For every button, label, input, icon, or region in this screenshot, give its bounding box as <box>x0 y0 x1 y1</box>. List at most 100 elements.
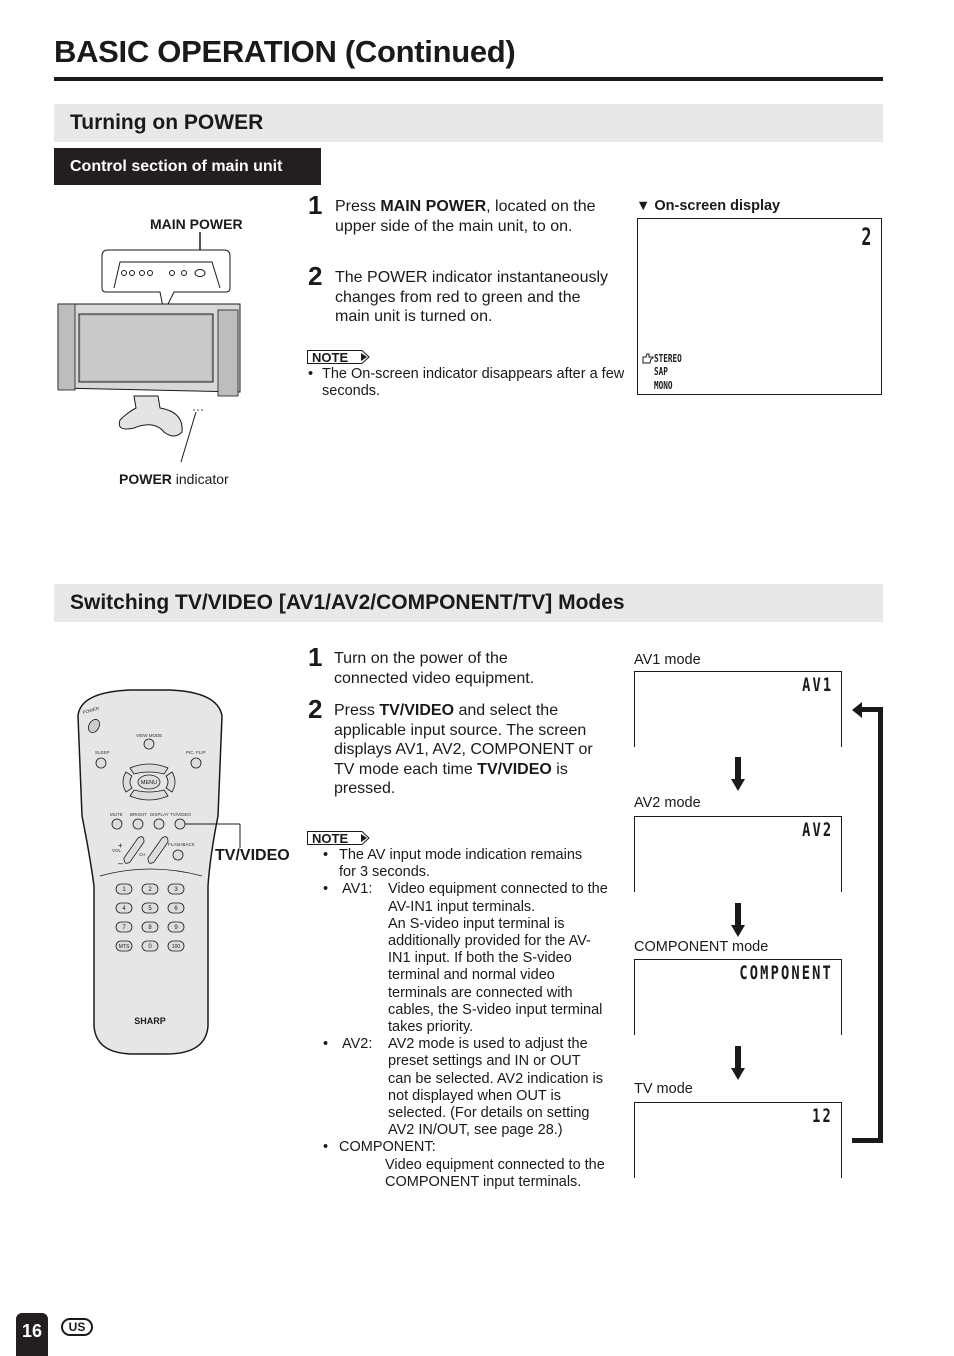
mode-label: AV2 mode <box>634 795 701 811</box>
section-heading-text: Turning on POWER <box>70 111 264 134</box>
bullet: • <box>323 847 329 863</box>
remote-mute-button <box>111 818 123 830</box>
mode-screen-tv: 12 <box>634 1102 842 1178</box>
note-item: • COMPONENT: Video equipment connected to … <box>323 1139 633 1191</box>
svg-text:SLEEP: SLEEP <box>95 750 110 755</box>
arrow-down-icon <box>731 903 745 937</box>
remote-view-mode-button <box>143 738 155 750</box>
note-line: An S-video input terminal is <box>388 915 565 932</box>
osd-audio-menu: STEREO SAP MONO <box>642 352 694 393</box>
power-indicator-label: POWER indicator <box>119 471 229 487</box>
note-item: • AV2: AV2 mode is used to adjust the prese… <box>323 1036 633 1139</box>
subheading-control-section: Control section of main unit <box>54 148 321 185</box>
remote-bright-button <box>132 818 144 830</box>
mode-label: TV mode <box>634 1081 693 1097</box>
tv-main-unit-illustration <box>57 232 241 462</box>
mode-display-value: AV1 <box>801 674 833 696</box>
note-arrow-icon <box>354 831 370 845</box>
note-term: AV2: <box>342 1036 373 1053</box>
note-term: AV1: <box>342 881 373 898</box>
note-line: preset settings and IN or OUT <box>388 1053 581 1070</box>
osd-channel: 2 <box>860 223 871 251</box>
title-divider <box>54 77 883 81</box>
page-number-badge: 16 <box>16 1313 48 1356</box>
step-number: 2 <box>308 261 323 291</box>
note-item: • The AV input mode indication remains for… <box>323 847 633 881</box>
step-1-text: Press MAIN POWER, located on the upper s… <box>335 198 596 235</box>
remote-control-illustration: POWER VIEW MODE SLEEP PIC. FLIP MENU MUT… <box>77 689 241 1055</box>
remote-keypad-label: 100 <box>172 944 181 950</box>
note-line: terminal and normal video <box>388 967 555 984</box>
step-2-text: Press TV/VIDEO and select the applicable… <box>334 702 593 797</box>
svg-text:DISPLAY: DISPLAY <box>150 812 169 817</box>
note-line: for 3 seconds. <box>339 864 431 881</box>
svg-text:TV/VIDEO: TV/VIDEO <box>170 812 192 817</box>
step-number: 1 <box>308 642 323 672</box>
left-speaker <box>57 303 76 391</box>
triangle-down-icon: ▼ <box>636 198 651 214</box>
osd-caption: ▼ On-screen display <box>636 198 781 214</box>
mode-screen-av1: AV1 <box>634 671 842 747</box>
pointing-hand-icon <box>642 353 654 364</box>
remote-display-button <box>153 818 165 830</box>
step-1-text: Turn on the power of the connected video… <box>334 650 535 687</box>
svg-text:CH: CH <box>139 852 146 857</box>
tv-video-callout-label: TV/VIDEO <box>215 847 290 864</box>
note-line: not displayed when OUT is <box>388 1087 562 1104</box>
note-line: additionally provided for the AV- <box>388 933 591 950</box>
control-panel-callout <box>101 249 231 314</box>
main-power-button <box>194 269 206 277</box>
note-item: • AV1: Video equipment connected to the AV-… <box>323 881 633 1036</box>
power-indicator-leader-line <box>180 411 197 462</box>
svg-text:PIC. FLIP: PIC. FLIP <box>186 750 206 755</box>
remote-flashback-button <box>172 849 184 861</box>
note-line: AV2 mode is used to adjust the <box>388 1036 588 1053</box>
note-badge: NOTE <box>307 831 370 845</box>
svg-text:–: – <box>118 858 123 868</box>
note-line: cables, the S-video input terminal <box>388 1001 603 1018</box>
main-power-label: MAIN POWER <box>150 216 243 232</box>
region-badge: US <box>61 1318 93 1336</box>
remote-brand-logo: SHARP <box>134 1016 166 1026</box>
mode-display-value: COMPONENT <box>739 962 833 984</box>
osd-screen: 2 STEREO SAP MONO <box>637 218 882 395</box>
mode-label: COMPONENT mode <box>634 939 769 955</box>
step-2-text: The POWER indicator instantaneously chan… <box>335 269 609 325</box>
note-list: • The AV input mode indication remains for… <box>323 847 633 1191</box>
mode-display-value: 12 <box>812 1105 833 1127</box>
svg-text:FLASHBACK: FLASHBACK <box>168 842 195 847</box>
arrow-down-icon <box>731 1046 745 1080</box>
remote-pic-flip-button <box>190 757 202 769</box>
section-heading-power: Turning on POWER <box>54 104 883 142</box>
tv-stand <box>118 395 183 437</box>
remote-keypad-label: MTS <box>119 944 130 950</box>
bullet: • <box>323 1036 329 1053</box>
svg-text:+: + <box>118 841 123 850</box>
svg-text:VIEW MODE: VIEW MODE <box>136 733 162 738</box>
note-line: Video equipment connected to the <box>385 1156 605 1173</box>
remote-tv-video-button <box>174 818 186 830</box>
bullet: • <box>323 1139 329 1156</box>
note-line: COMPONENT input terminals. <box>385 1173 582 1190</box>
note-line: Video equipment connected to the <box>388 881 608 898</box>
bullet: • <box>323 881 329 898</box>
cycle-back-arrow-icon <box>852 702 883 1143</box>
note-line: The AV input mode indication remains <box>339 847 583 863</box>
mode-screen-component: COMPONENT <box>634 959 842 1035</box>
mode-display-value: AV2 <box>801 819 833 841</box>
note-item: • The On-screen indicator disappears afte… <box>308 366 625 400</box>
section-heading-text: Switching TV/VIDEO [AV1/AV2/COMPONENT/TV… <box>70 591 625 614</box>
step-number: 2 <box>308 694 323 724</box>
mode-label: AV1 mode <box>634 652 701 668</box>
note-badge: NOTE <box>307 350 370 364</box>
svg-text:MUTE: MUTE <box>110 812 123 817</box>
note-line: IN1 input. If both the S-video <box>388 950 572 967</box>
osd-audio-option: MONO <box>654 379 673 392</box>
osd-audio-option-selected: STEREO <box>654 352 682 365</box>
osd-audio-option: SAP <box>654 365 668 378</box>
arrow-down-icon <box>731 757 745 791</box>
page-title: BASIC OPERATION (Continued) <box>54 34 516 69</box>
svg-text:MENU: MENU <box>141 780 157 786</box>
step-number: 1 <box>308 190 323 220</box>
remote-sleep-button <box>95 757 107 769</box>
